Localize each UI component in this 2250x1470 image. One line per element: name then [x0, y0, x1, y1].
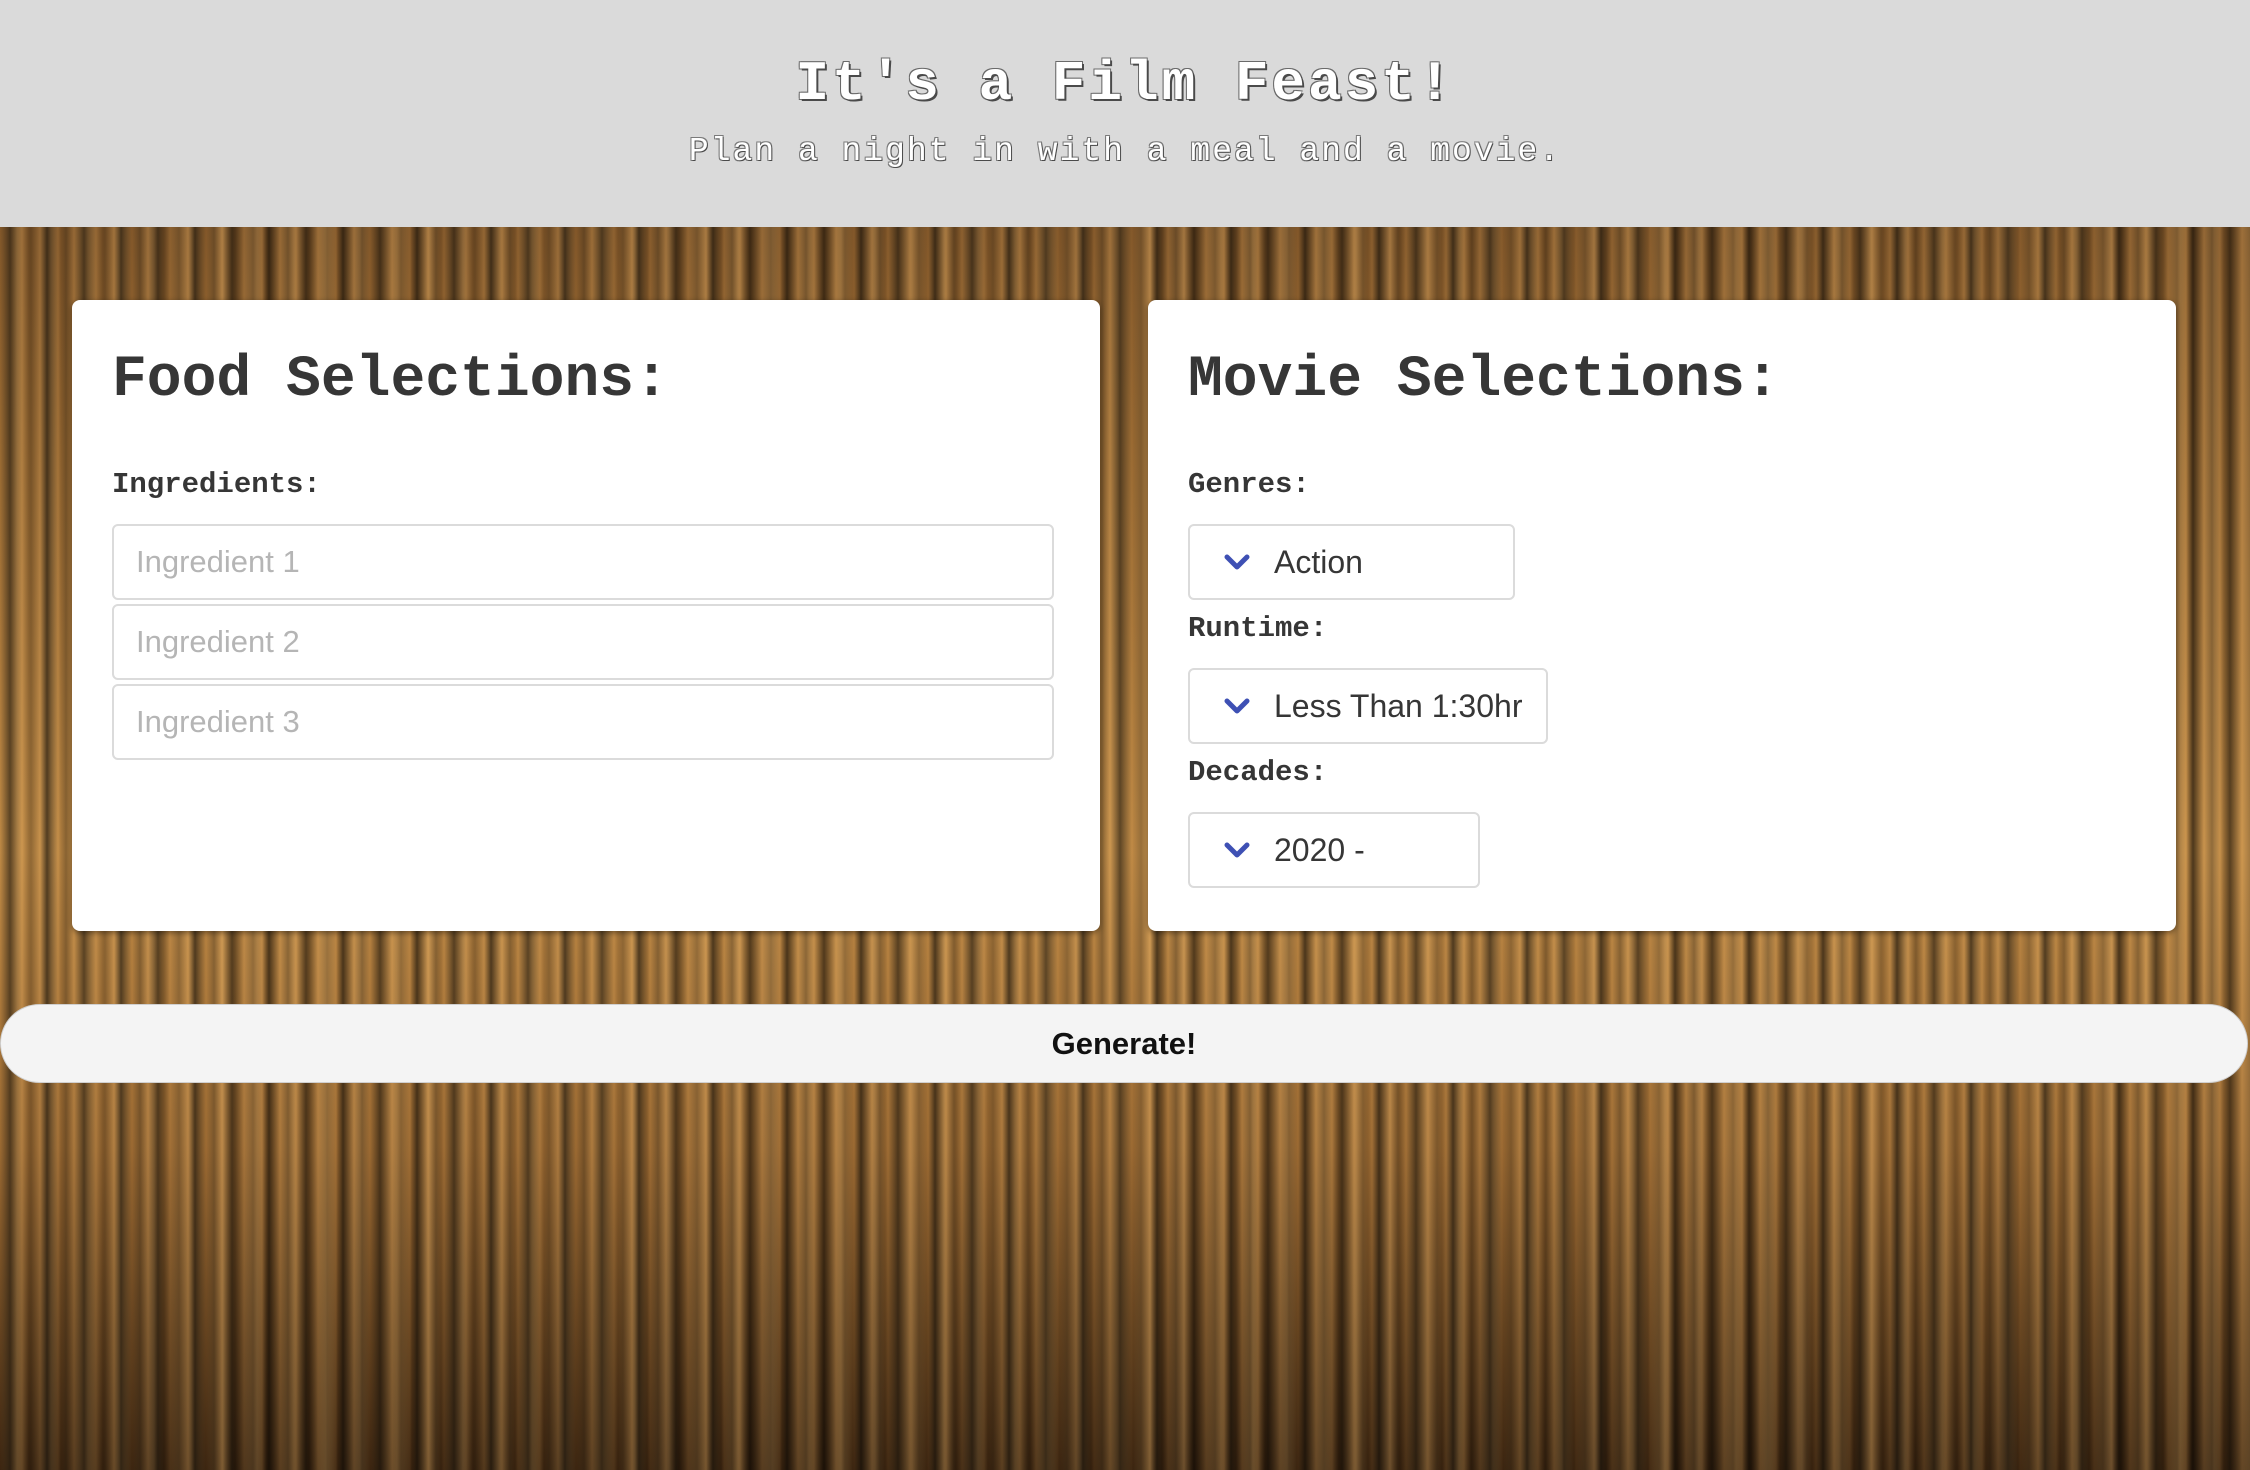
- food-selections-title: Food Selections:: [112, 348, 669, 413]
- ingredient-1-input[interactable]: [112, 524, 1054, 600]
- food-selections-card: Food Selections: Ingredients:: [72, 300, 1100, 931]
- movie-selections-card: Movie Selections: Genres: Action Runtime…: [1148, 300, 2176, 931]
- runtime-select[interactable]: Less Than 1:30hr: [1188, 668, 1548, 744]
- chevron-down-icon: [1220, 694, 1254, 718]
- ingredient-2-input[interactable]: [112, 604, 1054, 680]
- decades-label: Decades:: [1188, 756, 1328, 789]
- ingredient-3-input[interactable]: [112, 684, 1054, 760]
- movie-selections-title: Movie Selections:: [1188, 348, 1780, 413]
- genres-select[interactable]: Action: [1188, 524, 1515, 600]
- ingredients-label: Ingredients:: [112, 468, 321, 501]
- genres-select-value: Action: [1274, 543, 1363, 580]
- page-title: It's a Film Feast!: [795, 52, 1455, 116]
- runtime-select-value: Less Than 1:30hr: [1274, 687, 1523, 724]
- genres-label: Genres:: [1188, 468, 1310, 501]
- runtime-label: Runtime:: [1188, 612, 1328, 645]
- page-subtitle: Plan a night in with a meal and a movie.: [688, 133, 1562, 170]
- generate-button[interactable]: Generate!: [0, 1004, 2248, 1083]
- decades-select-value: 2020 -: [1274, 831, 1365, 868]
- page-header: It's a Film Feast! Plan a night in with …: [0, 0, 2250, 227]
- chevron-down-icon: [1220, 550, 1254, 574]
- decades-select[interactable]: 2020 -: [1188, 812, 1480, 888]
- chevron-down-icon: [1220, 838, 1254, 862]
